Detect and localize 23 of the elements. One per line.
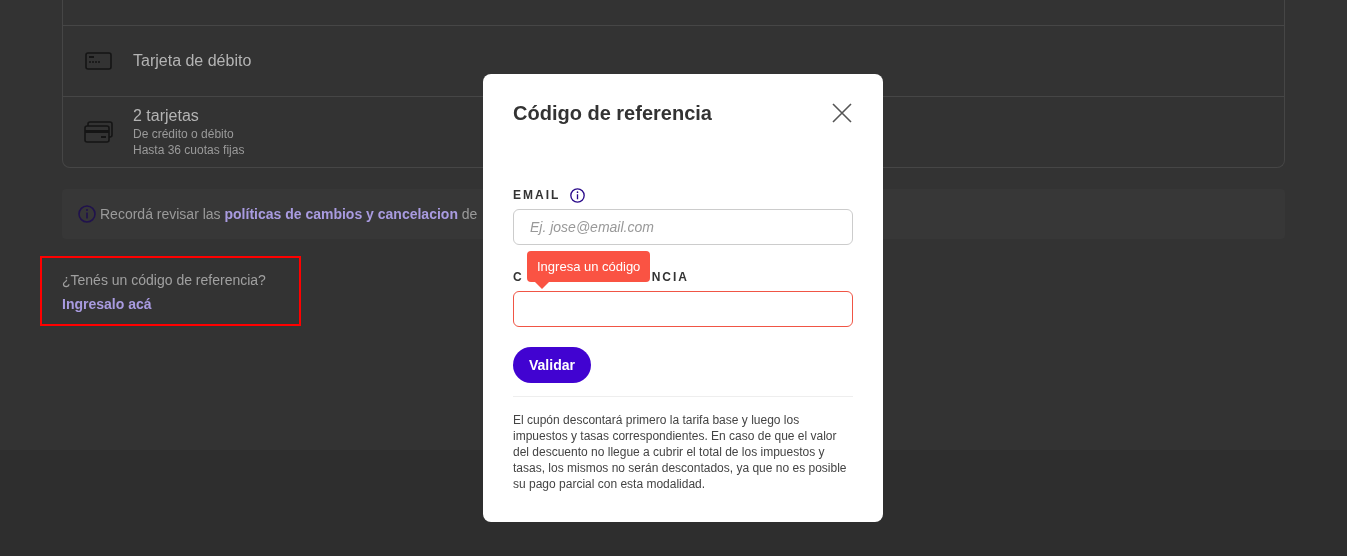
code-label-start: C — [513, 269, 524, 286]
payment-method-title: Tarjeta de débito — [133, 51, 252, 71]
payment-method-detail: Hasta 36 cuotas fijas — [133, 142, 245, 158]
close-button[interactable] — [831, 102, 853, 124]
email-field[interactable]: Ej. jose@email.com — [513, 209, 853, 245]
cards-icon — [83, 121, 113, 143]
error-tooltip: Ingresa un código — [527, 251, 651, 282]
card-icon — [84, 52, 112, 70]
validate-button[interactable]: Validar — [513, 347, 591, 383]
info-icon — [570, 187, 586, 203]
code-label-end: NCIA — [651, 269, 689, 286]
coupon-note: El cupón descontará primero la tarifa base y luego los impuestos y tasas correspondientes. En caso de que el valor del descuento no llegue a cubrir el total de los impuestos y tasas, los mismos no serán descontados, ya que no es posible su pago parcial con esta modalidad. — [513, 412, 848, 492]
policies-link[interactable]: políticas de cambios y cancelacion — [224, 205, 458, 222]
code-field[interactable] — [513, 291, 853, 327]
email-label: EMAIL — [513, 187, 561, 204]
info-icon — [78, 205, 96, 223]
tooltip-arrow — [535, 282, 549, 289]
payment-method-title: 2 tarjetas — [133, 106, 200, 126]
enter-code-link[interactable]: Ingresalo acá — [62, 294, 152, 315]
modal-title: Código de referencia — [513, 101, 712, 126]
payment-method-detail: De crédito o débito — [133, 126, 235, 142]
referral-question: ¿Tenés un código de referencia? — [62, 271, 267, 290]
notice-text: Recordá revisar las políticas de cambios y cancelacion de — [100, 204, 478, 224]
